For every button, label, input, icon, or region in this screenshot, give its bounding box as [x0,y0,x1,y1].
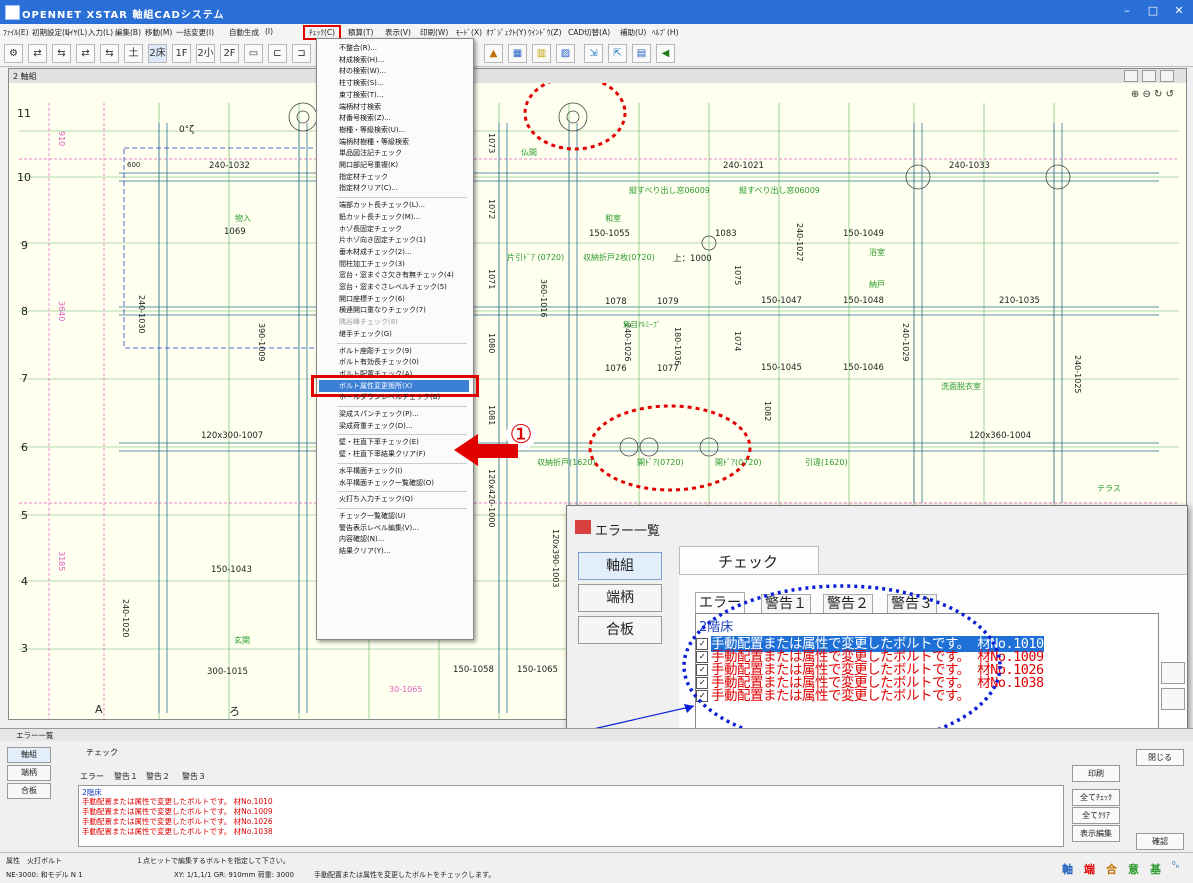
panel-titlebar: エラー一覧 [0,729,1193,741]
panel-category-plywood[interactable]: 合板 [7,783,51,799]
status-message: 手動配置または属性を変更したボルトをチェックします。 [314,871,496,879]
panel-subtab-warning-3[interactable]: 警告３ [182,771,206,782]
panel-title: エラー一覧 [16,731,54,740]
check-all-button[interactable]: 全てﾁｪｯｸ [1072,789,1120,806]
mode-icon-axis[interactable]: 軸 [1062,861,1073,877]
status-prompt: １点ヒットで編集するボルトを指定して下さい。 [136,857,290,865]
confirm-button[interactable]: 確認 [1136,833,1184,850]
close-panel-button[interactable]: 閉じる [1136,749,1184,766]
print-button[interactable]: 印刷 [1072,765,1120,782]
panel-category-end[interactable]: 端柄 [7,765,51,781]
panel-error-list[interactable]: 2階床 手動配置または属性で変更したボルトです。 材No.1010 手動配置または… [78,785,1064,847]
panel-category-axis[interactable]: 軸組 [7,747,51,763]
mode-icon-intent[interactable]: 意 [1128,861,1139,877]
status-attribute: 属性 火打ボルト [6,857,62,865]
clear-all-button[interactable]: 全てｸﾘｱ [1072,807,1120,824]
display-edit-button[interactable]: 表示編集 [1072,825,1120,842]
panel-subtab-warning-1[interactable]: 警告１ [114,771,138,782]
panel-subtab-warning-2[interactable]: 警告２ [146,771,170,782]
mode-icon-ply[interactable]: 合 [1106,861,1117,877]
bottom-error-panel: エラー一覧 軸組 端柄 合板 チェック エラー 警告１ 警告２ 警告３ 2階床 … [0,728,1193,853]
mode-icon-misc[interactable]: ⁰ₙ [1172,861,1179,871]
status-model: NE-3000: 和モデル N 1 [6,871,83,879]
status-coords: XY: 1/1,1/1 GR: 910mm 荷重: 3000 [174,871,294,879]
panel-tab-check[interactable]: チェック [86,747,118,758]
mode-icon-end[interactable]: 端 [1084,861,1095,877]
panel-subtab-error[interactable]: エラー [80,771,104,782]
mode-icon-base[interactable]: 基 [1150,861,1161,877]
panel-error-row[interactable]: 手動配置または属性で変更したボルトです。 材No.1038 [82,826,273,837]
status-bar: 属性 火打ボルト １点ヒットで編集するボルトを指定して下さい。 NE-3000:… [0,852,1193,883]
